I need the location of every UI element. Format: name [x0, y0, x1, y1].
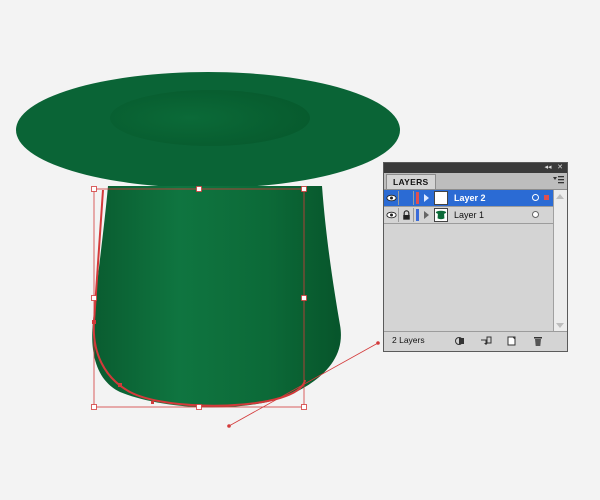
panel-menu-icon[interactable]	[552, 175, 564, 186]
double-arrow-icon[interactable]: ◂◂	[543, 163, 553, 173]
expand-arrow-icon[interactable]	[424, 211, 429, 219]
selection-indicator[interactable]	[544, 195, 549, 200]
target-circle-icon[interactable]	[532, 194, 539, 201]
eye-icon[interactable]	[385, 208, 399, 222]
eye-icon[interactable]	[385, 191, 399, 205]
layers-list: Layer 2 Layer 1	[384, 190, 553, 332]
layer-row-layer-2[interactable]: Layer 2	[384, 190, 553, 207]
panel-title-bar[interactable]: ◂◂ ✕	[384, 163, 567, 173]
scroll-up-icon[interactable]	[556, 194, 564, 199]
expand-arrow-icon[interactable]	[424, 194, 429, 202]
direction-handle-end[interactable]	[376, 341, 380, 345]
layer-thumbnail	[434, 208, 448, 222]
target-circle-icon[interactable]	[532, 211, 539, 218]
tab-layers[interactable]: LAYERS	[386, 174, 436, 189]
scroll-down-icon[interactable]	[556, 323, 564, 328]
direction-handle-start[interactable]	[227, 424, 231, 428]
layer-row-layer-1[interactable]: Layer 1	[384, 207, 553, 224]
panel-footer: 2 Layers	[384, 331, 567, 351]
layers-scrollbar[interactable]	[553, 190, 567, 332]
layer-name[interactable]: Layer 2	[454, 190, 486, 206]
layers-panel: ◂◂ ✕ LAYERS Layer 2 Layer 1 2 Layers	[383, 162, 568, 352]
layer-name[interactable]: Layer 1	[454, 207, 484, 223]
layer-count: 2 Layers	[392, 335, 425, 345]
new-sublayer-icon[interactable]	[480, 335, 492, 347]
hat-crown-top	[110, 90, 310, 146]
layer-color-swatch	[416, 192, 419, 204]
layer-thumbnail	[434, 191, 448, 205]
new-layer-icon[interactable]	[506, 335, 518, 347]
layer-color-swatch	[416, 209, 419, 221]
lock-toggle[interactable]	[400, 191, 414, 205]
close-icon[interactable]: ✕	[555, 163, 565, 173]
clipping-mask-icon[interactable]	[454, 335, 466, 347]
panel-tab-bar: LAYERS	[384, 173, 567, 190]
trash-icon[interactable]	[532, 335, 544, 347]
lock-icon[interactable]	[400, 208, 414, 222]
